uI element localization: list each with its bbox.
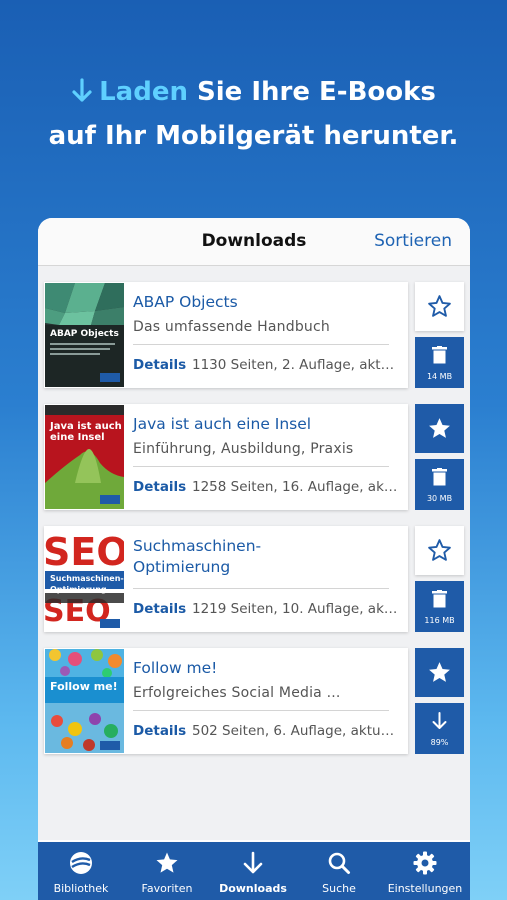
delete-button[interactable]: 116 MB [415, 581, 464, 632]
cover-title: Java ist auch eine Insel [50, 421, 122, 443]
app-screen: Downloads Sortieren ABAP Objects ABAP Ob… [38, 218, 470, 900]
book-meta: 502 Seiten, 6. Auflage, aktualisiert [192, 723, 400, 739]
file-size: 14 MB [426, 372, 453, 381]
favorite-button[interactable] [415, 282, 464, 331]
favorite-button[interactable] [415, 404, 464, 453]
down-arrow-icon [71, 76, 93, 116]
book-cover: ABAP Objects [45, 283, 124, 387]
book-card[interactable]: ABAP Objects ABAP Objects Das umfassende… [44, 282, 408, 388]
download-progress-button[interactable]: 89% [415, 703, 464, 754]
divider [133, 588, 389, 589]
divider [133, 344, 389, 345]
list-item: SEO SEO Suchmaschinen-Optimierung Suchma… [44, 526, 464, 632]
download-icon [243, 851, 263, 874]
search-icon [328, 852, 350, 874]
book-cover: SEO SEO Suchmaschinen-Optimierung [45, 527, 124, 631]
cover-title: Suchmaschinen-Optimierung [50, 574, 124, 594]
favorite-button[interactable] [415, 648, 464, 697]
book-meta: 1130 Seiten, 2. Auflage, aktualisiert [192, 357, 400, 373]
file-size: 116 MB [424, 616, 455, 625]
details-link[interactable]: Details [133, 357, 186, 373]
details-link[interactable]: Details [133, 601, 186, 617]
star-icon [156, 852, 178, 873]
book-title: ABAP Objects [133, 293, 238, 311]
book-card[interactable]: Follow me! Follow me! Erfolgreiches Soci… [44, 648, 408, 754]
star-outline-icon [428, 539, 451, 561]
downloads-list: ABAP Objects ABAP Objects Das umfassende… [38, 266, 470, 840]
book-meta: 1258 Seiten, 16. Auflage, aktualisiert [192, 479, 400, 495]
book-card[interactable]: Java ist auch eine Insel Java ist auch e… [44, 404, 408, 510]
file-size: 30 MB [426, 494, 453, 503]
book-meta: 1219 Seiten, 10. Auflage, aktualisiert [192, 601, 400, 617]
cover-title: Follow me! [50, 680, 118, 693]
library-icon [70, 852, 92, 874]
headline-line-2: auf Ihr Mobilgerät herunter. [48, 121, 459, 151]
book-subtitle: Das umfassende Handbuch [133, 319, 330, 335]
delete-button[interactable]: 30 MB [415, 459, 464, 510]
trash-icon [432, 590, 447, 608]
tab-label: Einstellungen [387, 882, 463, 895]
tab-label: Downloads [219, 882, 287, 895]
star-filled-icon [429, 418, 450, 438]
book-cover: Follow me! [45, 649, 124, 753]
tab-bibliothek[interactable]: Bibliothek [38, 842, 124, 900]
trash-icon [432, 468, 447, 486]
sort-button[interactable]: Sortieren [374, 231, 452, 251]
gear-icon [413, 851, 437, 875]
promo-headline: Laden Sie Ihre E-Books auf Ihr Mobilgerä… [0, 72, 507, 156]
navigation-bar: Downloads Sortieren [38, 218, 470, 266]
headline-accent: Laden [99, 77, 188, 107]
book-cover: Java ist auch eine Insel [45, 405, 124, 509]
list-item: Java ist auch eine Insel Java ist auch e… [44, 404, 464, 510]
delete-button[interactable]: 14 MB [415, 337, 464, 388]
book-subtitle: Erfolgreiches Social Media ... [133, 685, 341, 701]
tab-label: Favoriten [141, 882, 193, 895]
cover-title: ABAP Objects [50, 329, 119, 339]
headline-rest: Sie Ihre E-Books [187, 77, 436, 107]
book-title: Follow me! [133, 659, 218, 677]
trash-icon [432, 346, 447, 364]
headline-line-1: Laden Sie Ihre E-Books [0, 72, 507, 116]
details-link[interactable]: Details [133, 723, 186, 739]
list-item: Follow me! Follow me! Erfolgreiches Soci… [44, 648, 464, 754]
svg-text:SEO: SEO [45, 530, 124, 574]
book-subtitle: Einführung, Ausbildung, Praxis [133, 441, 354, 457]
star-outline-icon [428, 295, 451, 317]
book-title: Java ist auch eine Insel [133, 415, 312, 433]
tab-bar: Bibliothek Favoriten Downloads Suche Ein… [38, 842, 470, 900]
download-arrow-icon [432, 712, 447, 729]
tab-suche[interactable]: Suche [296, 842, 382, 900]
tab-label: Suche [322, 882, 356, 895]
star-filled-icon [429, 662, 450, 682]
download-progress: 89% [430, 738, 449, 747]
tab-einstellungen[interactable]: Einstellungen [382, 842, 468, 900]
tab-downloads[interactable]: Downloads [210, 842, 296, 900]
details-link[interactable]: Details [133, 479, 186, 495]
book-title: Suchmaschinen-Optimierung [133, 537, 262, 576]
favorite-button[interactable] [415, 526, 464, 575]
tab-favoriten[interactable]: Favoriten [124, 842, 210, 900]
divider [133, 710, 389, 711]
tab-label: Bibliothek [53, 882, 109, 895]
list-item: ABAP Objects ABAP Objects Das umfassende… [44, 282, 464, 388]
book-card[interactable]: SEO SEO Suchmaschinen-Optimierung Suchma… [44, 526, 408, 632]
divider [133, 466, 389, 467]
